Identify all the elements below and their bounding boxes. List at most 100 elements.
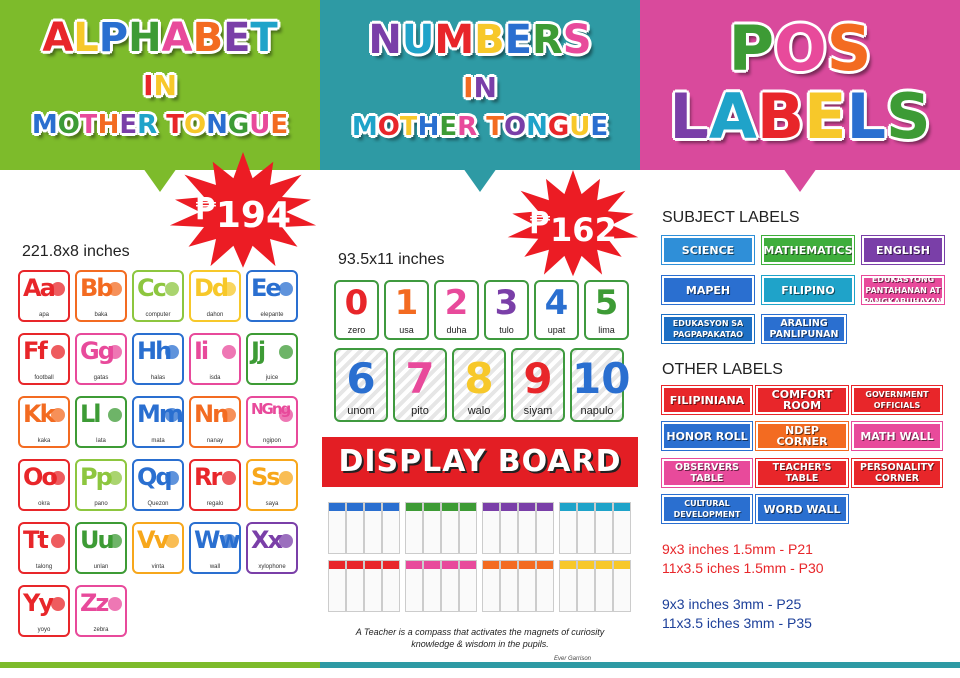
thumbnail-header — [483, 503, 499, 511]
card-letters: Aa — [23, 274, 56, 302]
label-tile: COMFORT ROOM — [755, 385, 849, 415]
card-word: gatas — [93, 375, 109, 381]
card-word: regalo — [206, 501, 224, 507]
label-tile: MAPEH — [661, 275, 755, 305]
title-letter: O — [57, 110, 80, 140]
card-picture-icon — [108, 471, 122, 485]
price-line: 11x3.5 iches 1.5mm - P30 — [662, 560, 824, 576]
thumbnail-header — [347, 561, 363, 569]
title-letter: N — [473, 71, 497, 104]
card-picture-icon — [51, 282, 65, 296]
numbers-price-value: 162 — [550, 211, 617, 249]
title-letter: M — [351, 112, 378, 142]
card-word: Quezon — [147, 501, 169, 507]
board-chart-thumbnail — [482, 502, 500, 554]
card-word: football — [34, 375, 54, 381]
thumbnail-header — [329, 503, 345, 511]
alphabet-card: Xx xylophone — [246, 522, 298, 574]
title-letter: T — [166, 110, 184, 140]
title-letter: N — [153, 69, 177, 102]
card-letters: Tt — [23, 526, 49, 554]
card-letters: Pp — [80, 463, 113, 491]
card-word: talong — [35, 564, 53, 570]
alphabet-card: Zz zebra — [75, 585, 127, 637]
card-picture-icon — [279, 345, 293, 359]
other-labels-heading: OTHER LABELS — [662, 361, 783, 378]
title-letter: S — [826, 12, 872, 85]
board-chart-thumbnail — [518, 502, 536, 554]
label-tile: WORD WALL — [755, 494, 849, 524]
card-number-word: tulo — [499, 325, 514, 335]
pos-labels-panel: POS LABELS SUBJECT LABELS SCIENCE MATHEMA… — [640, 0, 960, 678]
card-picture-icon — [51, 597, 65, 611]
price-line: 9x3 inches 3mm - P25 — [662, 596, 802, 612]
card-letters: Kk — [23, 400, 56, 428]
card-picture-icon — [165, 408, 179, 422]
thumbnail-header — [383, 561, 399, 569]
board-chart-thumbnail — [441, 502, 459, 554]
card-picture-icon — [108, 597, 122, 611]
card-number: 6 — [346, 354, 376, 403]
title-letter: E — [590, 112, 609, 142]
card-word: computer — [145, 312, 171, 318]
board-chart-thumbnail — [536, 502, 554, 554]
alphabet-card: Qq Quezon — [132, 459, 184, 511]
card-picture-icon — [279, 534, 293, 548]
card-picture-icon — [108, 408, 122, 422]
title-letter: R — [137, 110, 158, 140]
card-word: nanay — [206, 438, 224, 444]
card-number-word: lima — [598, 325, 615, 335]
pos-header: POS LABELS — [640, 0, 960, 170]
title-letter: E — [504, 17, 532, 63]
board-chart-thumbnail — [559, 502, 577, 554]
alphabet-card: Gg gatas — [75, 333, 127, 385]
numbers-size-label: 93.5x11 inches — [338, 251, 445, 268]
card-word: zebra — [93, 627, 109, 633]
numbers-price: ₱162 — [506, 206, 640, 249]
title-letter: E — [119, 110, 138, 140]
card-picture-icon — [108, 282, 122, 296]
label-tile: SCIENCE — [661, 235, 755, 265]
card-word: lata — [96, 438, 106, 444]
card-number-word: siyam — [523, 405, 553, 417]
title-letter: O — [184, 110, 207, 140]
numbers-bottom-bar — [320, 662, 640, 668]
card-number: 8 — [464, 354, 494, 403]
thumbnail-header — [501, 561, 517, 569]
card-word: apa — [38, 312, 49, 318]
alphabet-card: Ff football — [18, 333, 70, 385]
card-picture-icon — [165, 345, 179, 359]
card-number-word: upat — [547, 325, 566, 335]
label-tile: EDUKASYONG PANTAHANAN AT PANGKABUHAYAN — [861, 275, 945, 305]
title-letter: I — [143, 69, 154, 102]
board-chart-thumbnail — [500, 560, 518, 612]
board-chart-thumbnail — [518, 560, 536, 612]
card-letters: Ss — [251, 463, 281, 491]
number-card: 6 unom — [334, 348, 388, 422]
card-word: saya — [265, 501, 279, 507]
card-number: 3 — [494, 283, 519, 323]
board-chart-thumbnail — [500, 502, 518, 554]
card-word: pano — [94, 501, 108, 507]
subject-labels-heading: SUBJECT LABELS — [662, 209, 800, 226]
alphabet-price-value: 194 — [215, 195, 292, 236]
title-letter: T — [79, 110, 98, 140]
card-number-word: pito — [411, 405, 429, 417]
card-word: mata — [151, 438, 165, 444]
alphabet-title-in: IN — [0, 72, 320, 100]
card-number: 7 — [405, 354, 435, 403]
thumbnail-header — [365, 561, 381, 569]
board-chart-thumbnail — [382, 560, 400, 612]
alphabet-bottom-bar — [0, 662, 320, 668]
thumbnail-header — [442, 503, 458, 511]
label-tile: PERSONALITY CORNER — [851, 458, 943, 488]
title-letter: U — [569, 112, 591, 142]
card-picture-icon — [108, 345, 122, 359]
label-tile: NDEP CORNER — [755, 421, 849, 451]
board-chart-thumbnail — [613, 560, 631, 612]
board-chart-thumbnail — [459, 502, 477, 554]
thumbnail-header — [596, 561, 612, 569]
board-chart-thumbnail — [405, 502, 423, 554]
card-number: 1 — [394, 283, 419, 323]
numbers-title-mother-tongue: MOTHER TONGUE — [320, 114, 640, 140]
